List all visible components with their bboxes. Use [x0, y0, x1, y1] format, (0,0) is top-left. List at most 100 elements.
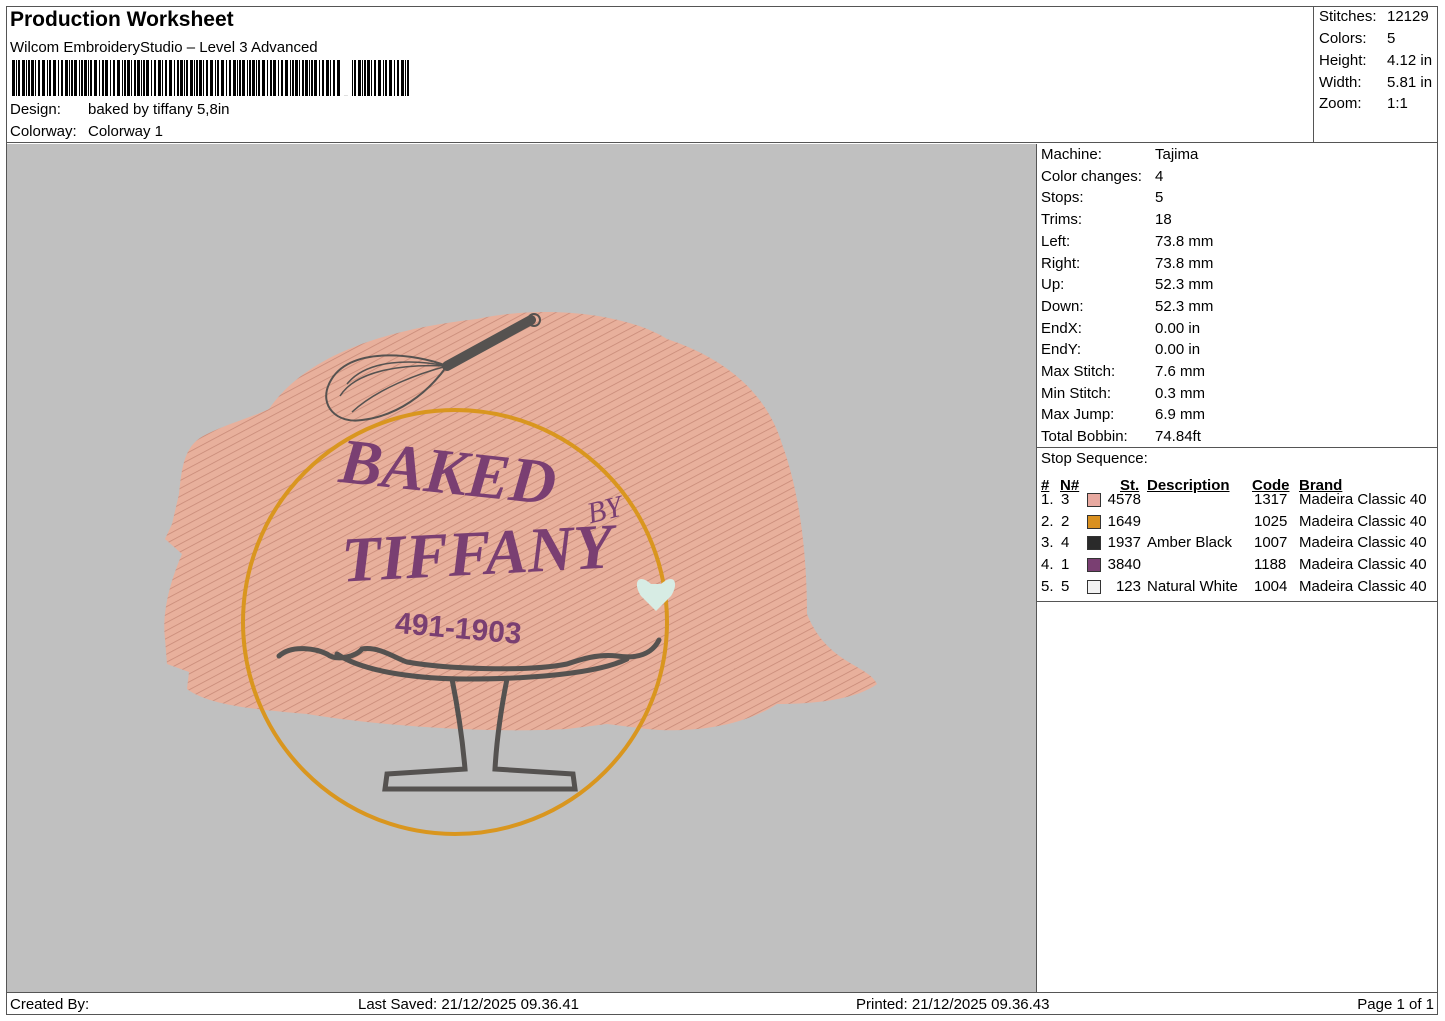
seq-needle: 1	[1061, 556, 1070, 574]
design-stats: Stitches: 12129 Colors: 5 Height: 4.12 in W…	[1314, 6, 1438, 143]
created-by: Created By:	[10, 996, 90, 1013]
height-label: Height:	[1319, 52, 1367, 69]
seq-brand: Madeira Classic 40	[1299, 491, 1427, 508]
seq-needle: 5	[1061, 577, 1070, 595]
colorway-label: Colorway:	[10, 123, 77, 140]
width-label: Width:	[1319, 74, 1362, 91]
info-value: 73.8 mm	[1155, 232, 1214, 250]
machine-info-row: Machine: Tajima	[1041, 146, 1198, 163]
seq-index: 4.	[1041, 556, 1054, 574]
colors-label: Colors:	[1319, 30, 1367, 47]
design-preview[interactable]: BAKED BY TIFFANY 491-1903	[7, 144, 1037, 992]
machine-info-row: Trims: 18	[1041, 211, 1172, 228]
stitches-label: Stitches:	[1319, 8, 1377, 25]
col-description: Description	[1147, 477, 1230, 494]
seq-stitches: 1649	[1107, 512, 1141, 530]
width-stat: Width: 5.81 in	[1319, 74, 1432, 91]
info-label: Down:	[1041, 297, 1084, 315]
machine-info-row: Down: 52.3 mm	[1041, 297, 1213, 315]
info-label: Total Bobbin:	[1041, 428, 1128, 446]
info-value: 74.84ft	[1155, 428, 1201, 446]
info-value: 0.3 mm	[1155, 384, 1206, 402]
machine-info-row: Stops: 5	[1041, 189, 1163, 207]
machine-info-row: Color changes: 4	[1041, 167, 1163, 185]
seq-description: Natural White	[1147, 577, 1238, 595]
info-label: EndY:	[1041, 341, 1082, 359]
info-label: EndX:	[1041, 319, 1082, 337]
seq-needle: 4	[1061, 534, 1070, 552]
info-label: Max Stitch:	[1041, 363, 1116, 380]
machine-info-row: Max Stitch: 7.6 mm	[1041, 363, 1205, 380]
seq-brand: Madeira Classic 40	[1299, 534, 1427, 552]
design-label: Design:	[10, 101, 61, 118]
seq-index: 3.	[1041, 534, 1054, 552]
info-value: 73.8 mm	[1155, 254, 1214, 272]
machine-info-row: EndY: 0.00 in	[1041, 341, 1200, 359]
info-label: Up:	[1041, 276, 1065, 294]
info-panel: Machine: Tajima Color changes: 4 Stops: 5 Trim…	[1037, 144, 1438, 992]
embroidery-artwork: BAKED BY TIFFANY 491-1903	[164, 311, 877, 836]
stitches-stat: Stitches: 12129	[1319, 8, 1429, 25]
zoom-value: 1:1	[1387, 95, 1408, 112]
worksheet-footer: Created By: Last Saved: 21/12/2025 09.36…	[6, 992, 1438, 1015]
page-title: Production Worksheet	[10, 8, 234, 31]
info-value: 0.00 in	[1155, 319, 1201, 337]
seq-code: 1025	[1254, 512, 1288, 530]
machine-info-row: Left: 73.8 mm	[1041, 233, 1213, 250]
info-value: 6.9 mm	[1155, 406, 1206, 424]
seq-needle: 2	[1061, 512, 1070, 530]
seq-index: 1.	[1041, 491, 1054, 508]
colors-stat: Colors: 5	[1319, 30, 1395, 47]
seq-stitches: 3840	[1107, 556, 1141, 574]
info-value: 5	[1155, 189, 1164, 207]
stitches-value: 12129	[1387, 8, 1429, 25]
thread-color-swatch	[1087, 558, 1101, 573]
seq-stitches: 1937	[1107, 534, 1141, 552]
height-value: 4.12 in	[1387, 52, 1433, 69]
seq-code: 1007	[1254, 534, 1288, 552]
zoom-stat: Zoom: 1:1	[1319, 95, 1408, 112]
info-value: 7.6 mm	[1155, 363, 1206, 380]
divider	[1037, 601, 1438, 602]
info-label: Machine:	[1041, 146, 1102, 163]
thread-color-swatch	[1087, 536, 1101, 551]
worksheet-header: Production Worksheet Wilcom EmbroiderySt…	[6, 6, 1314, 143]
seq-code: 1188	[1254, 556, 1287, 574]
width-value: 5.81 in	[1387, 74, 1433, 91]
divider	[1037, 447, 1438, 448]
machine-info-row: Total Bobbin: 74.84ft	[1041, 428, 1201, 446]
seq-index: 2.	[1041, 512, 1054, 530]
page-count: Page 1 of 1	[1357, 996, 1434, 1013]
design-name: baked by tiffany 5,8in	[88, 101, 230, 118]
stop-sequence-title: Stop Sequence:	[1041, 450, 1148, 467]
design-row: Design: baked by tiffany 5,8in	[10, 101, 230, 118]
thread-color-swatch	[1087, 493, 1101, 507]
info-label: Right:	[1041, 254, 1081, 272]
machine-info-row: EndX: 0.00 in	[1041, 319, 1200, 337]
svg-text:,: ,	[342, 75, 350, 96]
last-saved: Last Saved: 21/12/2025 09.36.41	[358, 996, 580, 1013]
info-value: 52.3 mm	[1155, 276, 1214, 294]
seq-stitches: 123	[1115, 577, 1141, 595]
zoom-label: Zoom:	[1319, 95, 1362, 112]
machine-info-row: Max Jump: 6.9 mm	[1041, 406, 1205, 424]
seq-brand: Madeira Classic 40	[1299, 577, 1427, 595]
height-stat: Height: 4.12 in	[1319, 52, 1432, 69]
info-value: Tajima	[1155, 146, 1199, 163]
seq-index: 5.	[1041, 577, 1054, 595]
software-name: Wilcom EmbroideryStudio – Level 3 Advanc…	[10, 39, 318, 56]
info-value: 18	[1155, 211, 1172, 229]
colorway-row: Colorway: Colorway 1	[10, 123, 163, 140]
info-value: 4	[1155, 167, 1164, 185]
printed-date: Printed: 21/12/2025 09.36.43	[856, 996, 1050, 1013]
info-label: Stops:	[1041, 189, 1084, 207]
barcode: ,	[12, 60, 409, 96]
info-label: Max Jump:	[1041, 406, 1115, 424]
seq-needle: 3	[1061, 491, 1070, 508]
info-value: 52.3 mm	[1155, 297, 1214, 315]
machine-info-row: Min Stitch: 0.3 mm	[1041, 385, 1205, 402]
info-label: Color changes:	[1041, 167, 1142, 185]
seq-stitches: 4578	[1107, 491, 1141, 508]
seq-brand: Madeira Classic 40	[1299, 556, 1427, 574]
info-value: 0.00 in	[1155, 341, 1201, 359]
